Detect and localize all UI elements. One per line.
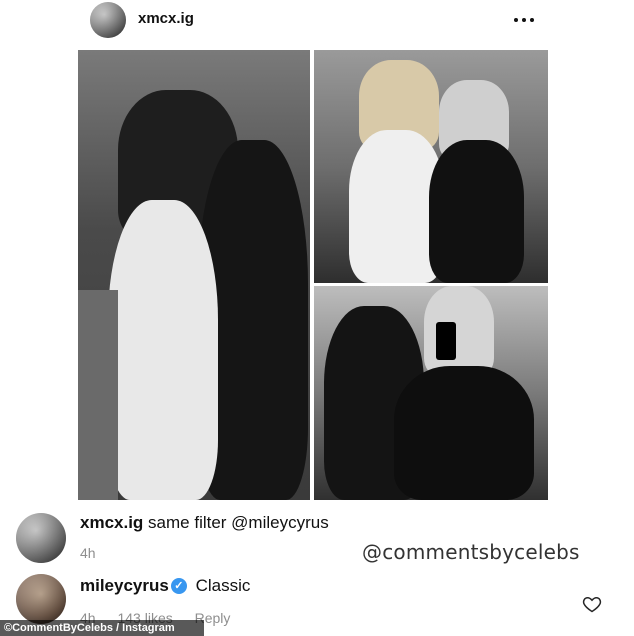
like-heart-icon[interactable] xyxy=(582,594,602,614)
watermark-handle: @commentsbycelebs xyxy=(362,540,580,564)
post-author-avatar[interactable] xyxy=(90,2,126,38)
commenter-avatar[interactable] xyxy=(16,513,66,563)
commenter-avatar[interactable] xyxy=(16,574,66,624)
post-header: xmcx.ig xyxy=(0,0,634,44)
post-author-username[interactable]: xmcx.ig xyxy=(138,10,194,27)
photo-collage[interactable] xyxy=(78,50,548,500)
more-options-icon[interactable] xyxy=(512,10,536,28)
comment-text: Classic xyxy=(195,576,251,595)
comment-text: same filter @mileycyrus xyxy=(148,513,329,532)
wedding-photo xyxy=(78,50,310,500)
commenter-username[interactable]: xmcx.ig xyxy=(80,513,143,532)
selfie-photo xyxy=(314,286,548,500)
verified-badge-icon: ✓ xyxy=(170,578,187,594)
image-credit: ©CommentByCelebs / Instagram xyxy=(0,620,204,636)
friends-photo xyxy=(314,50,548,283)
commenter-username[interactable]: mileycyrus xyxy=(80,576,169,595)
comment-time: 4h xyxy=(80,545,96,561)
